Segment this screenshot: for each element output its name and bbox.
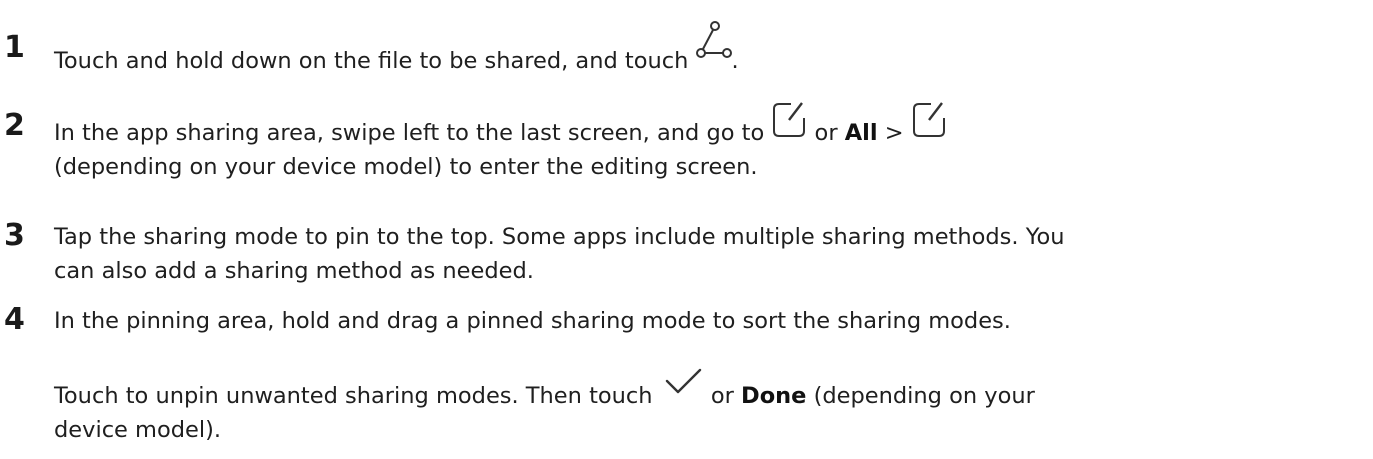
note-text: Touch to unpin unwanted sharing modes. T… <box>54 368 1365 447</box>
note-text-b: (depending on your <box>806 383 1035 409</box>
step-number: 4 <box>4 302 25 337</box>
edit-icon <box>771 102 807 140</box>
share-icon <box>695 21 732 72</box>
step-2-text-or: or <box>807 120 845 146</box>
edit-icon <box>911 102 947 140</box>
step-2-text-gt: > <box>877 120 911 146</box>
step-2-line-2: (depending on your device model) to ente… <box>54 154 758 180</box>
step-3-line-2: can also add a sharing method as needed. <box>54 258 534 284</box>
note-line-1: Touch to unpin unwanted sharing modes. T… <box>54 368 1365 413</box>
step-number: 2 <box>4 108 25 143</box>
all-label: All <box>844 120 878 146</box>
step-text: Touch and hold down on the file to be sh… <box>54 21 1365 78</box>
note-text-or: or <box>703 383 742 409</box>
step-3-line-1: Tap the sharing mode to pin to the top. … <box>54 224 1065 250</box>
checkmark-icon <box>660 368 704 403</box>
step-text: In the pinning area, hold and drag a pin… <box>54 304 1365 338</box>
done-label: Done <box>741 383 807 409</box>
step-2-line-1: In the app sharing area, swipe left to t… <box>54 102 1365 150</box>
step-text: Tap the sharing mode to pin to the top. … <box>54 220 1365 288</box>
step-1-text-b: . <box>731 48 739 74</box>
step-text: In the app sharing area, swipe left to t… <box>54 102 1365 184</box>
note-line-2: device model). <box>54 417 222 443</box>
step-1-text-a: Touch and hold down on the file to be sh… <box>54 48 696 74</box>
step-number: 1 <box>4 30 25 65</box>
step-number: 3 <box>4 218 25 253</box>
step-2-text-a: In the app sharing area, swipe left to t… <box>54 120 772 146</box>
note-text-a: Touch to unpin unwanted sharing modes. T… <box>54 383 660 409</box>
step-4-line-1: In the pinning area, hold and drag a pin… <box>54 308 1011 334</box>
